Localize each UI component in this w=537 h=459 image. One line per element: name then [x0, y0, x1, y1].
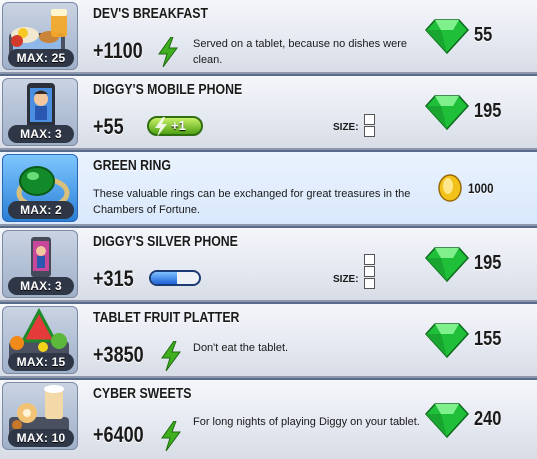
size-slot: [364, 266, 375, 277]
item-description: Served on a tablet, because no dishes we…: [193, 38, 408, 66]
energy-capacity-value: +1: [171, 118, 186, 133]
size-slot: [364, 114, 375, 125]
item-title: DEV'S BREAKFAST: [93, 5, 209, 22]
energy-bolt-icon: [155, 117, 167, 137]
gem-icon: [425, 19, 469, 54]
item-price: 240: [474, 408, 502, 430]
energy-capacity-badge: +1: [147, 116, 203, 137]
item-price: 195: [474, 100, 502, 122]
size-slot: [364, 254, 375, 265]
max-quantity-label: MAX: 3: [8, 125, 74, 143]
capacity-bar: [149, 270, 201, 286]
max-quantity-label: MAX: 3: [8, 277, 74, 295]
item-description: These valuable rings can be exchanged fo…: [93, 188, 411, 216]
fruit-platter-image: MAX: 15: [2, 306, 78, 374]
item-title: GREEN RING: [93, 157, 171, 174]
item-price: 1000: [468, 180, 494, 196]
size-slot: [364, 126, 375, 137]
max-quantity-label: MAX: 15: [8, 353, 74, 371]
energy-bolt-icon: [161, 421, 181, 451]
coin-icon: [438, 174, 462, 202]
gem-icon: [425, 247, 469, 282]
energy-bolt-icon: [158, 37, 178, 67]
energy-bonus-value: +3850: [93, 342, 144, 367]
size-label: SIZE:: [333, 274, 359, 285]
item-price: 55: [474, 24, 493, 46]
gem-icon: [425, 323, 469, 358]
shop-item-cyber-sweets[interactable]: MAX: 10 CYBER SWEETS +6400 For long nigh…: [0, 380, 537, 459]
item-title: DIGGY'S MOBILE PHONE: [93, 81, 243, 98]
size-slot: [364, 278, 375, 289]
max-quantity-label: MAX: 2: [8, 201, 74, 219]
item-title: DIGGY'S SILVER PHONE: [93, 233, 238, 250]
max-quantity-label: MAX: 10: [8, 429, 74, 447]
gem-icon: [425, 95, 469, 130]
item-title: CYBER SWEETS: [93, 385, 192, 402]
shop-item-list: MAX: 25 DEV'S BREAKFAST +1100 Served on …: [0, 0, 537, 459]
mobile-phone-image: MAX: 3: [2, 78, 78, 146]
shop-item-tablet-fruit-platter[interactable]: MAX: 15 TABLET FRUIT PLATTER +3850 Don't…: [0, 304, 537, 378]
max-quantity-label: MAX: 25: [8, 49, 74, 67]
item-price: 155: [474, 328, 502, 350]
energy-bolt-icon: [161, 341, 181, 371]
item-description: Don't eat the tablet.: [193, 342, 289, 354]
cyber-sweets-image: MAX: 10: [2, 382, 78, 450]
energy-bonus-value: +6400: [93, 422, 144, 447]
shop-item-diggys-mobile-phone[interactable]: MAX: 3 DIGGY'S MOBILE PHONE +55 +1 SIZE:…: [0, 76, 537, 150]
capacity-bar-fill: [151, 272, 178, 284]
item-description: For long nights of playing Diggy on your…: [193, 416, 420, 428]
energy-bonus-value: +55: [93, 114, 124, 139]
green-ring-image: MAX: 2: [2, 154, 78, 222]
silver-phone-image: MAX: 3: [2, 230, 78, 298]
item-title: TABLET FRUIT PLATTER: [93, 309, 240, 326]
size-label: SIZE:: [333, 122, 359, 133]
shop-item-devs-breakfast[interactable]: MAX: 25 DEV'S BREAKFAST +1100 Served on …: [0, 0, 537, 74]
shop-item-green-ring[interactable]: MAX: 2 GREEN RING These valuable rings c…: [0, 152, 537, 226]
energy-bonus-value: +315: [93, 266, 134, 291]
item-price: 195: [474, 252, 502, 274]
energy-bonus-value: +1100: [93, 38, 143, 63]
breakfast-image: MAX: 25: [2, 2, 78, 70]
shop-item-diggys-silver-phone[interactable]: MAX: 3 DIGGY'S SILVER PHONE +315 SIZE: 1…: [0, 228, 537, 302]
gem-icon: [425, 403, 469, 438]
